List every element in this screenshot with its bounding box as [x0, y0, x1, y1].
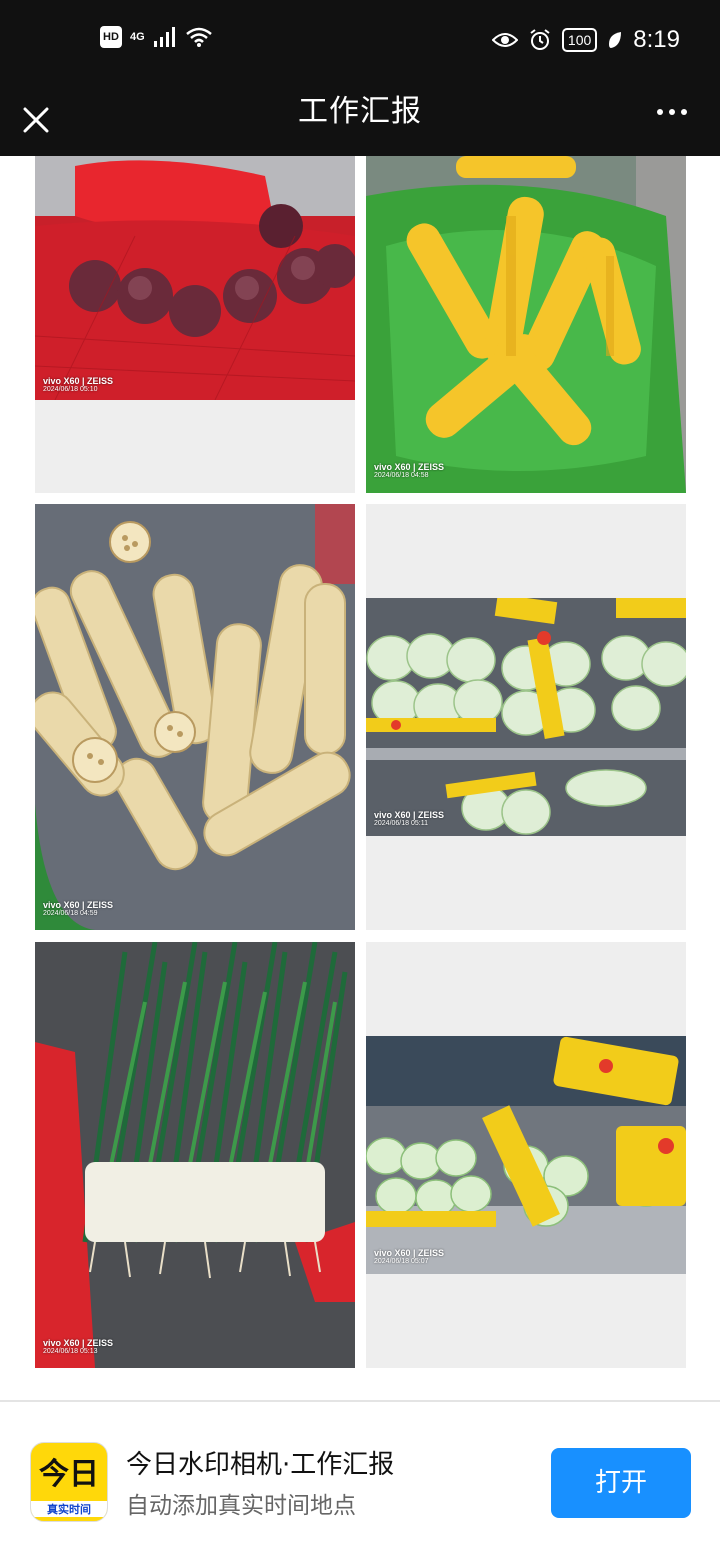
photo-tile-bagged-cabbage[interactable]: vivo X60 | ZEISS 2024/06/18 05:07 — [366, 942, 686, 1368]
photo-green-onions — [35, 942, 355, 1368]
photo-tile-cabbage-shelf[interactable]: vivo X60 | ZEISS 2024/06/18 05:11 — [366, 504, 686, 930]
alarm-icon — [530, 29, 550, 50]
camera-model: vivo X60 | ZEISS — [374, 1248, 445, 1258]
page-title: 工作汇报 — [298, 94, 422, 129]
photo-bagged-cabbage — [366, 1036, 686, 1274]
battery-indicator: 100 — [561, 28, 598, 52]
app-subtitle: 自动添加真实时间地点 — [126, 1493, 356, 1519]
camera-model: vivo X60 | ZEISS — [374, 462, 445, 472]
close-button[interactable] — [14, 92, 58, 148]
more-dot-icon — [657, 109, 663, 115]
photo-date: 2024/06/18 05:13 — [43, 1348, 98, 1355]
photo-watermark: vivo X60 | ZEISS 2024/06/18 05:10 — [43, 376, 113, 393]
more-options-button[interactable] — [648, 92, 696, 132]
open-app-button[interactable]: 打开 — [551, 1448, 691, 1518]
eye-icon — [491, 33, 518, 47]
photo-watermark: vivo X60 | ZEISS 2024/06/18 05:11 — [374, 810, 444, 827]
camera-model: vivo X60 | ZEISS — [43, 376, 114, 386]
title-bar: 工作汇报 — [0, 84, 720, 156]
photo-watermark: vivo X60 | ZEISS 2024/06/18 04:59 — [43, 900, 113, 917]
photo-date: 2024/06/18 05:11 — [374, 820, 428, 827]
more-dot-icon — [669, 109, 675, 115]
network-type: 4G — [130, 31, 145, 43]
app-logo-icon[interactable]: 今日 真实时间 — [30, 1442, 108, 1522]
photo-date: 2024/06/18 04:59 — [43, 910, 98, 917]
photo-watermark: vivo X60 | ZEISS 2024/06/18 05:07 — [374, 1248, 444, 1265]
photo-watermark: vivo X60 | ZEISS 2024/06/18 04:58 — [374, 462, 444, 479]
leaf-icon — [609, 32, 622, 48]
hd-badge: HD — [100, 26, 122, 48]
clock-time: 8:19 — [633, 26, 680, 53]
camera-model: vivo X60 | ZEISS — [374, 810, 445, 820]
photo-tile-corn[interactable]: vivo X60 | ZEISS 2024/06/18 04:58 — [366, 156, 686, 493]
photo-tile-green-onions[interactable]: vivo X60 | ZEISS 2024/06/18 05:13 — [35, 942, 355, 1368]
photo-date: 2024/06/18 05:10 — [43, 386, 98, 393]
photo-tile-onions[interactable]: vivo X60 | ZEISS 2024/06/18 05:10 — [35, 156, 355, 493]
status-right: 100 8:19 — [491, 26, 680, 54]
camera-model: vivo X60 | ZEISS — [43, 1338, 114, 1348]
app-name: 今日水印相机·工作汇报 — [126, 1450, 395, 1480]
status-left: HD 4G — [100, 26, 213, 48]
photo-tile-lotus-root[interactable]: vivo X60 | ZEISS 2024/06/18 04:59 — [35, 504, 355, 930]
photo-lotus-root — [35, 504, 355, 930]
close-icon — [23, 107, 49, 133]
photo-date: 2024/06/18 05:07 — [374, 1258, 429, 1265]
photo-date: 2024/06/18 04:58 — [374, 472, 429, 479]
status-bar: HD 4G 100 8:19 — [0, 0, 720, 84]
app-logo-glyph: 今日 — [39, 1457, 99, 1492]
photo-watermark: vivo X60 | ZEISS 2024/06/18 05:13 — [43, 1338, 113, 1355]
photo-corn — [366, 156, 686, 493]
photo-onions — [35, 156, 355, 400]
app-promo-banner: 今日 真实时间 今日水印相机·工作汇报 自动添加真实时间地点 打开 — [0, 1402, 720, 1560]
camera-model: vivo X60 | ZEISS — [43, 900, 114, 910]
wifi-icon — [185, 27, 212, 47]
app-logo-tag: 真实时间 — [31, 1501, 107, 1517]
more-dot-icon — [681, 109, 687, 115]
photo-cabbage-shelf — [366, 598, 686, 836]
signal-icon — [153, 27, 175, 47]
